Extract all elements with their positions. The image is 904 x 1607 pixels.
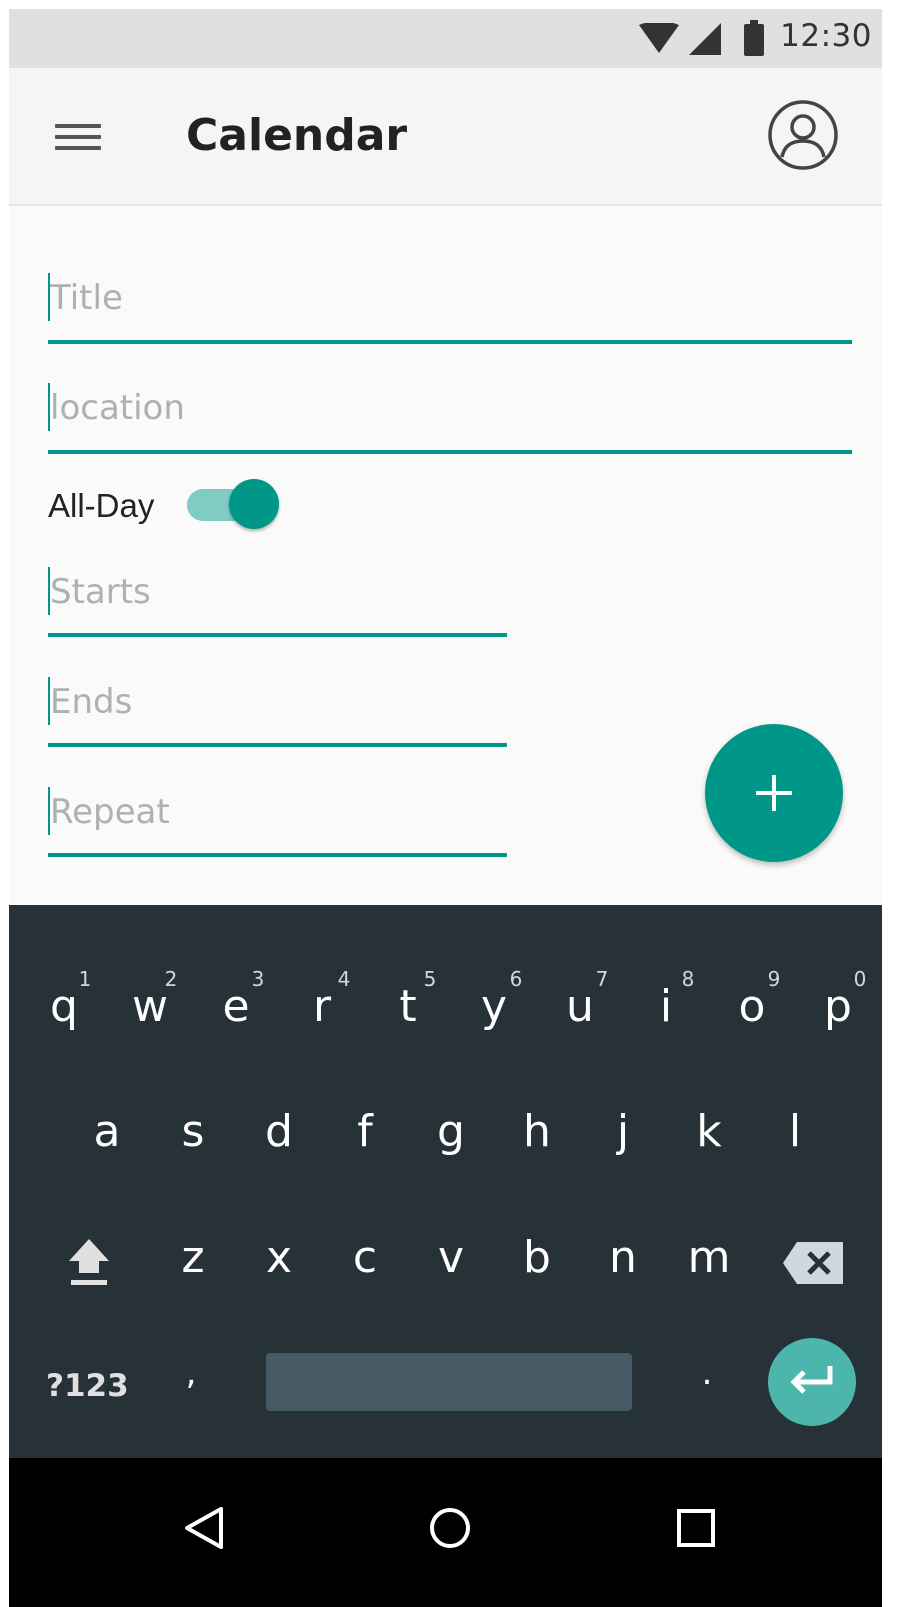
key-m[interactable]: m [679,1232,739,1283]
key-k[interactable]: k [679,1106,739,1157]
navigation-bar [9,1458,882,1607]
key-period[interactable]: . [677,1353,737,1393]
key-f[interactable]: f [335,1106,395,1157]
ends-field[interactable] [48,675,507,751]
soft-keyboard: 1 2 3 4 5 6 7 8 9 0 q w e r t y u i o p … [9,905,882,1458]
key-b[interactable]: b [507,1232,567,1283]
key-y[interactable]: y [464,981,524,1032]
shift-icon[interactable] [67,1237,111,1287]
key-q[interactable]: q [34,981,94,1032]
add-event-button[interactable] [705,724,843,862]
battery-icon [744,20,764,56]
key-w[interactable]: w [120,981,180,1032]
backspace-icon[interactable] [783,1242,843,1284]
starts-field[interactable] [48,565,507,641]
recents-icon[interactable] [676,1508,716,1548]
key-z[interactable]: z [163,1232,223,1283]
key-d[interactable]: d [249,1106,309,1157]
screen: 12:30 Calendar All-Day [9,9,882,1607]
key-n[interactable]: n [593,1232,653,1283]
location-input[interactable] [48,381,852,435]
repeat-underline [48,853,507,857]
key-a[interactable]: a [77,1106,137,1157]
app-title: Calendar [186,110,408,161]
symbols-key[interactable]: ?123 [46,1368,129,1404]
status-clock: 12:30 [780,18,872,54]
key-v[interactable]: v [421,1232,481,1283]
key-g[interactable]: g [421,1106,481,1157]
key-s[interactable]: s [163,1106,223,1157]
starts-underline [48,633,507,637]
ends-input[interactable] [48,675,507,729]
enter-key[interactable] [768,1338,856,1426]
title-field[interactable] [48,271,852,347]
location-field[interactable] [48,381,852,457]
location-underline [48,450,852,454]
all-day-label: All-Day [48,487,155,524]
key-l[interactable]: l [765,1106,825,1157]
home-icon[interactable] [428,1506,472,1550]
repeat-input[interactable] [48,785,507,839]
app-bar: Calendar [9,68,882,206]
ends-underline [48,743,507,747]
wifi-icon [639,23,679,53]
key-x[interactable]: x [249,1232,309,1283]
key-c[interactable]: c [335,1232,395,1283]
space-key[interactable] [266,1353,632,1411]
key-h[interactable]: h [507,1106,567,1157]
key-comma[interactable]: , [161,1353,221,1393]
toggle-thumb[interactable] [229,479,279,529]
account-icon[interactable] [767,99,839,171]
key-t[interactable]: t [378,981,438,1032]
key-r[interactable]: r [292,981,352,1032]
plus-icon [756,775,792,811]
key-e[interactable]: e [206,981,266,1032]
starts-input[interactable] [48,565,507,619]
repeat-field[interactable] [48,785,507,861]
menu-icon[interactable] [55,120,101,154]
key-p[interactable]: p [808,981,868,1032]
cell-signal-icon [689,23,721,55]
back-icon[interactable] [183,1506,225,1550]
key-u[interactable]: u [550,981,610,1032]
title-underline [48,340,852,344]
key-j[interactable]: j [593,1106,653,1157]
status-bar: 12:30 [9,9,882,68]
title-input[interactable] [48,271,852,325]
all-day-toggle[interactable] [187,479,281,531]
key-i[interactable]: i [636,981,696,1032]
key-o[interactable]: o [722,981,782,1032]
enter-icon [790,1366,833,1394]
